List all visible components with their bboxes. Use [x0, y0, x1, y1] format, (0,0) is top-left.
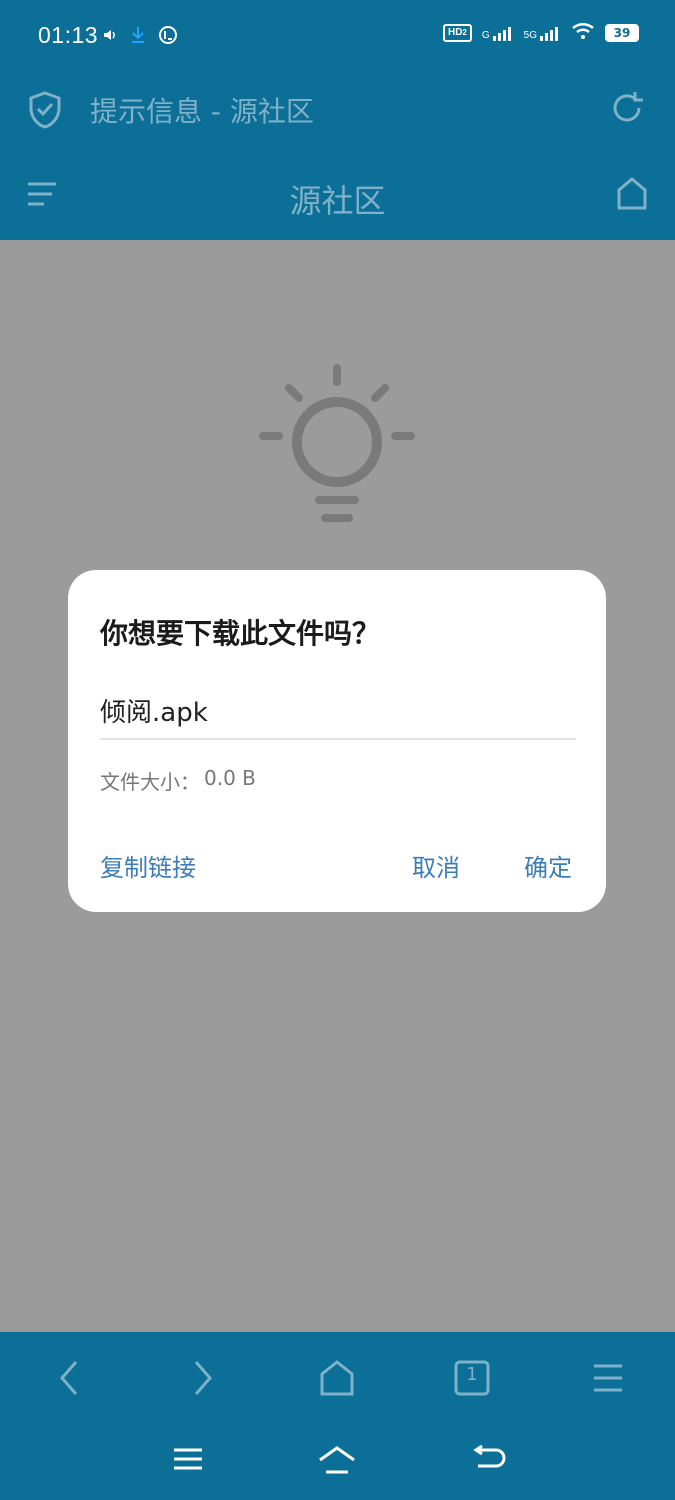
- copy-link-button[interactable]: 复制链接: [100, 848, 196, 883]
- g-signal-icon: G: [482, 25, 514, 41]
- system-menu-icon[interactable]: [170, 1444, 206, 1478]
- dialog-title: 你想要下载此文件吗？: [100, 617, 381, 650]
- status-time: 01:13: [38, 22, 99, 48]
- download-icon: [130, 26, 146, 48]
- forward-icon[interactable]: [188, 1354, 218, 1406]
- battery-icon: 39: [605, 24, 639, 42]
- volume-icon: [102, 27, 118, 47]
- system-back-icon[interactable]: [468, 1444, 508, 1480]
- bottom-toolbar: 1: [0, 1332, 675, 1500]
- title-text: 提示信息 - 源社区: [90, 95, 314, 128]
- status-bar: 01:13 HD 2 G 5G 39: [0, 0, 675, 74]
- 5g-signal-icon: 5G: [524, 25, 561, 41]
- tab-count: 1: [466, 1364, 478, 1385]
- nav-title: 源社区: [289, 182, 386, 220]
- back-icon[interactable]: [54, 1354, 84, 1406]
- status-right-icons: HD 2 G 5G 39: [442, 22, 639, 44]
- system-home-icon[interactable]: [316, 1444, 358, 1480]
- file-size-value: 0.0 B: [204, 766, 256, 790]
- filename-underline: [100, 738, 576, 740]
- fiveg-label: 5G: [523, 30, 537, 41]
- file-size: 文件大小： 0.0 B: [100, 766, 256, 795]
- hd-icon: HD 2: [442, 24, 472, 42]
- more-menu-icon[interactable]: [588, 1354, 628, 1406]
- shield-icon: [26, 90, 64, 134]
- home-icon[interactable]: [613, 174, 651, 218]
- filename-field[interactable]: 倾阅.apk: [100, 692, 576, 729]
- cancel-button[interactable]: 取消: [412, 848, 460, 883]
- status-left-icons: [102, 25, 178, 49]
- g-label: G: [481, 30, 490, 41]
- lightbulb-icon: [255, 360, 419, 534]
- refresh-icon[interactable]: [607, 88, 647, 132]
- title-bar: 提示信息 - 源社区: [0, 74, 675, 152]
- data-icon: [158, 25, 178, 49]
- tabs-icon[interactable]: 1: [452, 1354, 492, 1406]
- wifi-icon: [571, 22, 595, 44]
- nav-bar: 源社区: [0, 152, 675, 240]
- file-size-label: 文件大小：: [100, 770, 200, 794]
- download-dialog: 你想要下载此文件吗？ 倾阅.apk 文件大小： 0.0 B 复制链接 取消 确定: [68, 570, 606, 912]
- confirm-button[interactable]: 确定: [524, 848, 572, 883]
- toolbar-home-icon[interactable]: [316, 1354, 358, 1406]
